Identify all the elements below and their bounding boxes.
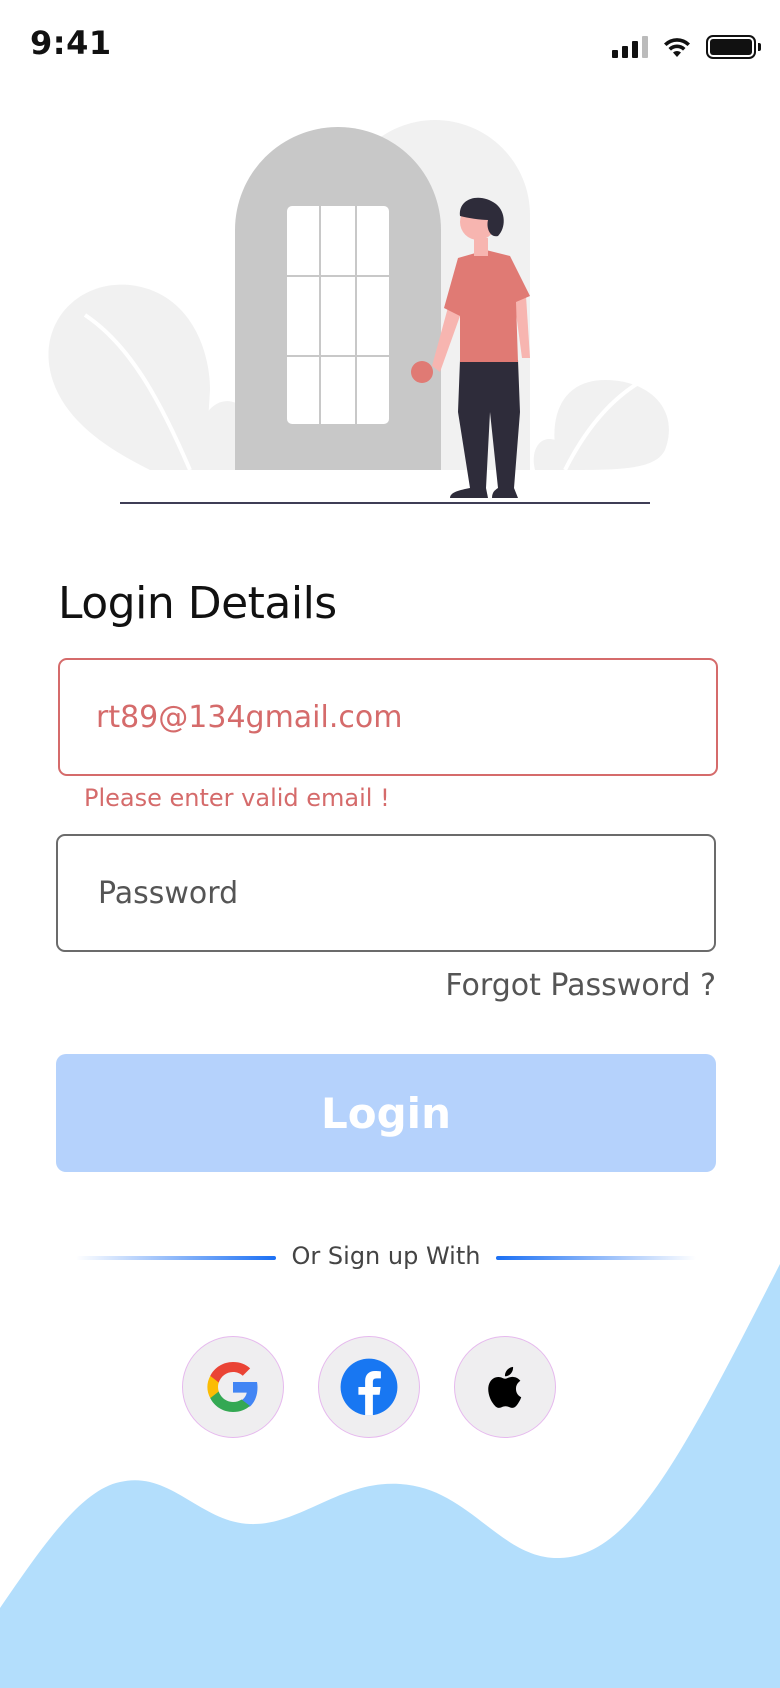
wifi-icon	[664, 38, 690, 57]
google-icon	[207, 1362, 258, 1412]
apple-signup-button[interactable]	[454, 1336, 556, 1438]
password-placeholder: Password	[98, 875, 239, 911]
divider-line-right	[496, 1256, 696, 1260]
battery-icon	[706, 35, 761, 59]
google-signup-button[interactable]	[182, 1336, 284, 1438]
page-title: Login Details	[58, 578, 337, 629]
apple-icon	[488, 1366, 522, 1408]
status-icons	[612, 32, 761, 62]
facebook-signup-button[interactable]	[318, 1336, 420, 1438]
background-wave	[0, 1264, 780, 1688]
email-value: rt89@134gmail.com	[96, 699, 403, 735]
person-at-door-illustration	[48, 120, 669, 504]
email-field[interactable]: rt89@134gmail.com	[58, 658, 718, 776]
status-time: 9:41	[30, 24, 112, 62]
cellular-signal-icon	[612, 36, 648, 58]
forgot-password-link[interactable]: Forgot Password ?	[445, 968, 716, 1003]
password-field[interactable]: Password	[56, 834, 716, 952]
facebook-icon	[340, 1358, 398, 1416]
email-error-message: Please enter valid email !	[84, 784, 390, 812]
social-divider: Or Sign up With	[76, 1240, 696, 1276]
status-bar: 9:41	[0, 0, 780, 92]
login-button[interactable]: Login	[56, 1054, 716, 1172]
